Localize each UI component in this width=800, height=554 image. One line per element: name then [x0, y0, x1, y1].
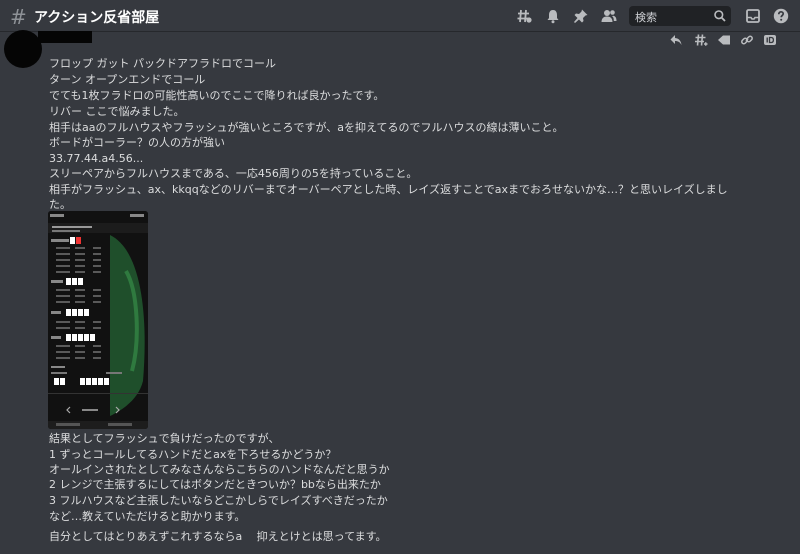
message-line: 2 レンジで主張するにしてはボタンだときついか？bbなら出来たか: [49, 478, 381, 491]
message-line: リバー ここで悩みました。: [49, 105, 185, 118]
copy-id-icon[interactable]: [762, 32, 778, 48]
inbox-icon[interactable]: [745, 8, 761, 24]
message-line: でても1枚フラドロの可能性高いのでここで降りれば良かったです。: [49, 89, 385, 102]
message-line: 3 フルハウスなど主張したいならどこかしらでレイズすべきだったか: [49, 494, 388, 507]
message-line: た。: [49, 198, 71, 211]
search-input[interactable]: [629, 7, 711, 28]
bell-icon[interactable]: [545, 8, 561, 24]
member-list-icon[interactable]: [601, 8, 617, 24]
message-line: スリーペアからフルハウスまである、一応456周りの5を持っていること。: [49, 167, 418, 180]
message-line: オールインされたとしてみなさんならこちらのハンドなんだと思うか: [49, 463, 390, 476]
message-line: 33.77.44.a4.56...: [49, 152, 144, 165]
attached-image-hand-history[interactable]: [48, 211, 148, 429]
message-action-bar: [664, 30, 782, 50]
message-line: ボードがコーラー？の人の方が強い: [49, 136, 225, 149]
mark-unread-icon[interactable]: [716, 32, 732, 48]
user-avatar[interactable]: [4, 30, 42, 68]
channel-header: # アクション反省部屋: [0, 0, 800, 32]
channel-name: アクション反省部屋: [34, 10, 160, 26]
message-line: 自分としてはとりあえずこれするならa 抑えとけとは思ってます。: [49, 530, 387, 543]
pin-icon[interactable]: [573, 8, 589, 24]
username-redacted: [38, 31, 92, 43]
reply-icon[interactable]: [668, 32, 684, 48]
help-icon[interactable]: [773, 8, 789, 24]
message-line: 結果としてフラッシュで負けだったのですが、: [49, 432, 280, 445]
message-line: 相手がフラッシュ、ax、kkqqなどのリバーまでオーバーペアとした時、レイズ返す…: [49, 183, 728, 196]
search-icon: [714, 10, 726, 22]
hand-history-screenshot: [48, 211, 148, 429]
message-line: ターン オープンエンドでコール: [49, 73, 206, 86]
channel-hash-icon: #: [10, 5, 27, 29]
threads-icon[interactable]: [516, 8, 532, 24]
message-line: など…教えていただけると助かります。: [49, 510, 246, 523]
copy-link-icon[interactable]: [739, 32, 755, 48]
message-line: 相手はaaのフルハウスやフラッシュが強いところですが、aを抑えてるのでフルハウス…: [49, 121, 564, 134]
message-line: フロップ ガット パックドアフラドロでコール: [49, 57, 276, 70]
search-box[interactable]: [629, 6, 731, 28]
create-thread-icon[interactable]: [693, 32, 709, 48]
message-line: 1 ずっとコールしてるハンドだとaxを下ろせるかどうか？: [49, 448, 337, 461]
